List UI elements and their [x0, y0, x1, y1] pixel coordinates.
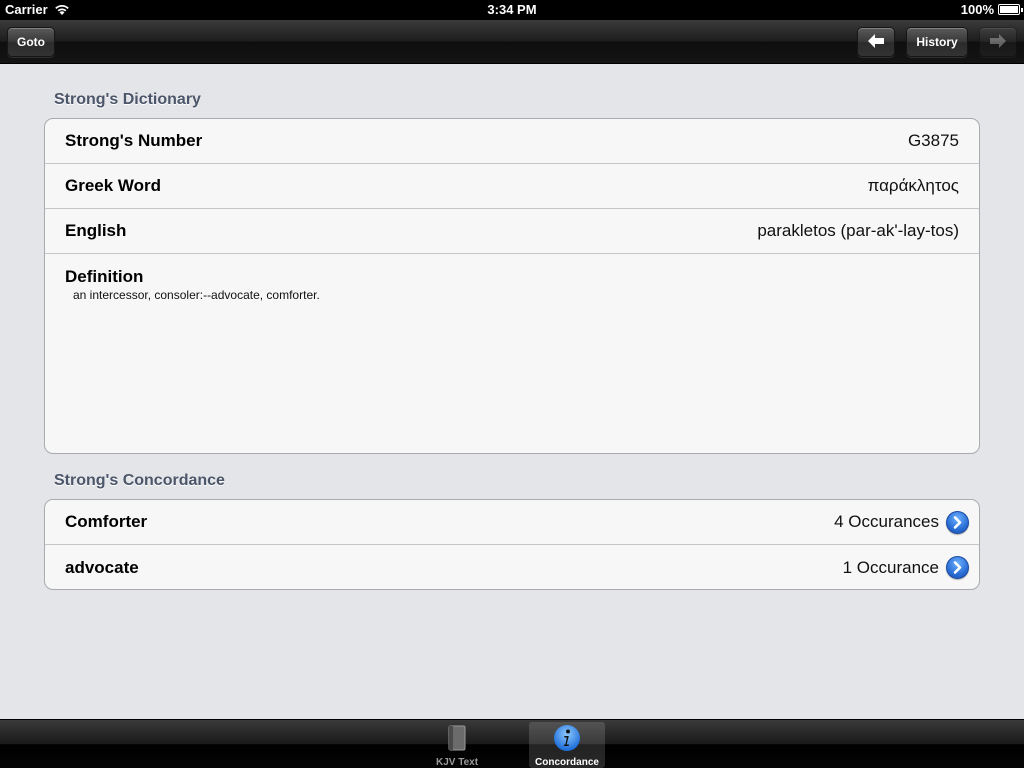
concordance-row-advocate[interactable]: advocate 1 Occurance — [45, 545, 979, 589]
tab-bar: KJV Text Concordance — [0, 719, 1024, 768]
forward-button[interactable] — [979, 27, 1017, 57]
strongs-number-value: G3875 — [907, 131, 959, 150]
greek-word-row: Greek Word παράκλητος — [45, 164, 979, 209]
concordance-word: Comforter — [65, 512, 148, 531]
navigation-bar: Goto History — [0, 20, 1024, 64]
back-arrow-icon — [866, 33, 886, 52]
greek-word-value: παράκλητος — [867, 176, 959, 195]
info-icon — [553, 724, 581, 752]
strongs-number-label: Strong's Number — [65, 131, 203, 150]
battery-percent: 100% — [960, 2, 994, 17]
forward-arrow-icon — [988, 33, 1008, 52]
book-icon — [446, 724, 468, 752]
concordance-word: advocate — [65, 557, 139, 577]
status-bar: Carrier 3:34 PM 100% — [0, 0, 1024, 20]
definition-label: Definition — [65, 267, 144, 286]
concordance-row-comforter[interactable]: Comforter 4 Occurances — [45, 500, 979, 545]
greek-word-label: Greek Word — [65, 176, 162, 195]
definition-text: an intercessor, consoler:--advocate, com… — [73, 288, 320, 302]
english-row: English parakletos (par-ak'-lay-tos) — [45, 209, 979, 254]
concordance-count: 1 Occurance — [842, 557, 939, 577]
clock: 3:34 PM — [487, 2, 537, 17]
disclosure-chevron-icon[interactable] — [946, 511, 969, 534]
disclosure-chevron-icon[interactable] — [946, 556, 969, 579]
tab-kjv-text[interactable]: KJV Text — [419, 722, 495, 768]
english-label: English — [65, 221, 127, 240]
battery-icon — [998, 4, 1023, 15]
tab-label: KJV Text — [435, 757, 479, 768]
dictionary-section-title: Strong's Dictionary — [54, 91, 201, 108]
back-button[interactable] — [857, 27, 895, 57]
strongs-number-row: Strong's Number G3875 — [45, 119, 979, 164]
dictionary-group: Strong's Number G3875 Greek Word παράκλη… — [44, 118, 980, 454]
tab-label: Concordance — [535, 757, 599, 768]
definition-row: Definition an intercessor, consoler:--ad… — [45, 254, 979, 453]
concordance-count: 4 Occurances — [834, 512, 939, 531]
concordance-group: Comforter 4 Occurances advocate 1 Occura… — [44, 499, 980, 590]
goto-button[interactable]: Goto — [7, 27, 55, 57]
tab-concordance[interactable]: Concordance — [529, 722, 605, 768]
battery-indicator: 100% — [960, 2, 1023, 17]
concordance-section-title: Strong's Concordance — [54, 472, 225, 489]
history-button[interactable]: History — [906, 27, 968, 57]
english-value: parakletos (par-ak'-lay-tos) — [757, 221, 959, 240]
